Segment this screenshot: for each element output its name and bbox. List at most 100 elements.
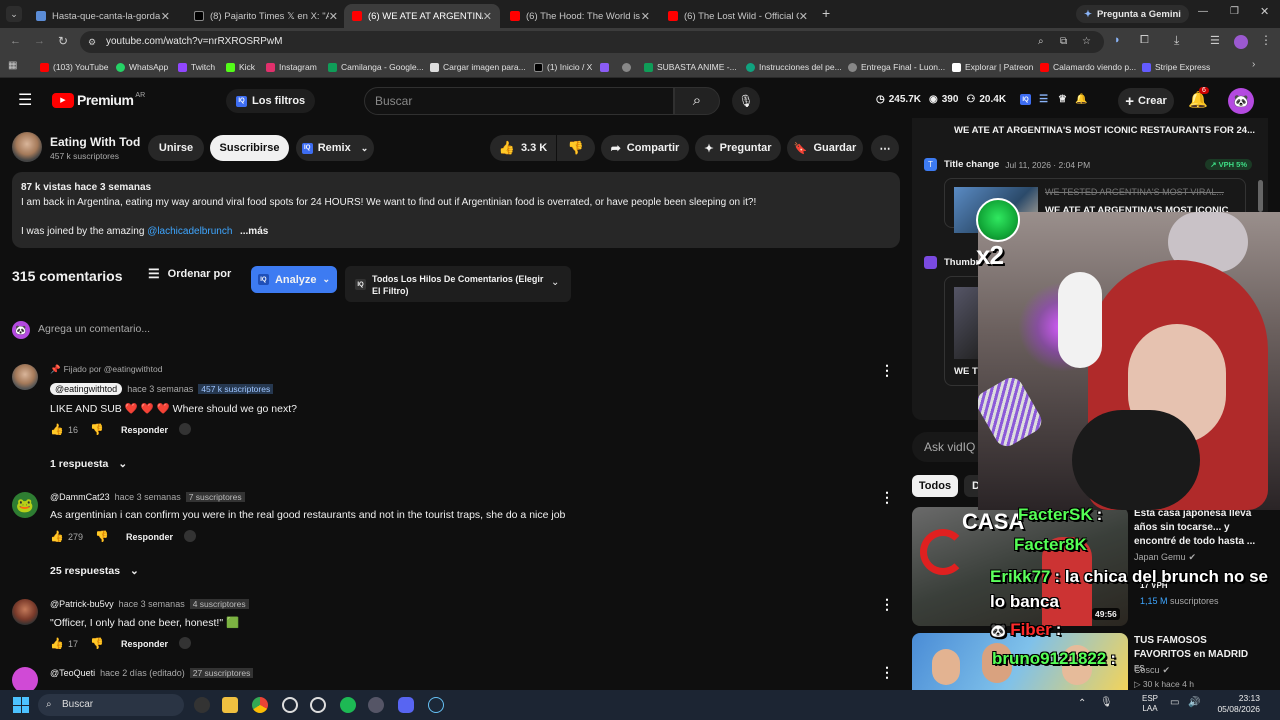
search-button[interactable]: ⌕	[674, 87, 720, 115]
taskbar-search[interactable]: ⌕ Buscar	[38, 694, 184, 716]
restore-button[interactable]: ❐	[1230, 6, 1239, 17]
bookmark-item[interactable]: Stripe Express	[1142, 59, 1210, 75]
vidiq-reply-icon[interactable]	[184, 530, 196, 542]
recommended-title[interactable]: Esta casa japonesa lleva años sin tocars…	[1134, 507, 1258, 549]
clock[interactable]: 23:13 05/08/2026	[1210, 693, 1260, 715]
sort-button[interactable]: ☰ Ordenar por	[148, 266, 231, 282]
notifications-button[interactable]: 🔔 6	[1188, 87, 1209, 110]
bookmark-item[interactable]: (1) Inicio / X	[534, 59, 592, 75]
comment-author[interactable]: @TeoQueti	[50, 668, 95, 678]
trophy-icon[interactable]: ♕	[1058, 94, 1067, 105]
thumbs-up-icon[interactable]: 👍	[50, 530, 64, 543]
bookmark-item[interactable]: Cargar imagen para...	[430, 59, 526, 75]
comment-author-owner[interactable]: @eatingwithtod	[50, 383, 123, 395]
vidiq-filters-button[interactable]: IQ Los filtros	[226, 89, 316, 113]
channel-name[interactable]: Eating With Tod	[50, 135, 140, 149]
youtube-logo[interactable]: ▶ Premium AR	[52, 92, 145, 108]
search-input[interactable]: Buscar	[364, 87, 674, 115]
replies-toggle[interactable]: 1 respuesta ⌄	[50, 458, 127, 470]
join-button[interactable]: Unirse	[148, 135, 204, 161]
language-indicator[interactable]: ESP LAA	[1142, 694, 1158, 714]
volume-icon[interactable]: 🔊	[1188, 697, 1200, 708]
close-window-button[interactable]: ✕	[1260, 5, 1269, 18]
bookmark-item[interactable]: Twitch	[178, 59, 215, 75]
list-icon[interactable]: ☰	[1039, 94, 1048, 105]
browser-tab[interactable]: Hasta-que-canta-la-gorda.jpg✕	[28, 4, 178, 28]
close-icon[interactable]: ✕	[161, 10, 170, 23]
address-bar[interactable]: ⚙ youtube.com/watch?v=nrRXROSRPwM ⌕ ⧉ ☆	[80, 31, 1104, 53]
comment-menu-icon[interactable]: ⋮	[880, 489, 894, 506]
extensions-puzzle-icon[interactable]: ⧠	[1140, 34, 1149, 47]
comment-author[interactable]: @DammCat23	[50, 492, 110, 502]
bookmark-item[interactable]: WhatsApp	[116, 59, 168, 75]
comment-avatar[interactable]	[12, 599, 38, 625]
copilot-icon[interactable]	[194, 697, 210, 713]
bookmark-item[interactable]: (103) YouTube	[40, 59, 108, 75]
recommended-channel[interactable]: Japan Gemu ✔	[1134, 552, 1196, 563]
browser-tab[interactable]: (6) The Lost Wild - Official Gam✕	[660, 4, 816, 28]
network-icon[interactable]: ▭	[1170, 697, 1179, 708]
bookmark-star-icon[interactable]: ☆	[1082, 31, 1091, 53]
bookmark-item[interactable]: Calamardo viendo p...	[1040, 59, 1136, 75]
settings-icon[interactable]	[282, 697, 298, 713]
extension-icon[interactable]: ◗	[1114, 34, 1121, 46]
bookmark-item[interactable]: SUBASTA ANIME -...	[644, 59, 737, 75]
comment-time[interactable]: hace 2 días (editado)	[100, 668, 185, 678]
remix-button[interactable]: IQ Remix ⌄	[296, 135, 374, 161]
share-button[interactable]: ➦ Compartir	[601, 135, 689, 161]
reply-button[interactable]: Responder	[126, 532, 173, 542]
account-avatar[interactable]: 🐼	[1228, 88, 1254, 114]
subscribe-button[interactable]: Suscribirse	[210, 135, 289, 161]
chrome-icon[interactable]	[252, 697, 268, 713]
thumbs-up-icon[interactable]: 👍	[50, 423, 64, 436]
comment-author[interactable]: @Patrick-bu5vy	[50, 599, 114, 609]
more-actions-button[interactable]: ⋯	[871, 135, 899, 161]
hamburger-menu-icon[interactable]: ☰	[18, 90, 32, 110]
spotify-icon[interactable]	[340, 697, 356, 713]
more-bookmarks-icon[interactable]: ›	[1252, 59, 1255, 70]
alert-icon[interactable]: 🔔	[1075, 94, 1087, 105]
reload-icon[interactable]: ↻	[58, 34, 68, 48]
bookmark-item[interactable]: Kick	[226, 59, 255, 75]
comment-avatar[interactable]: 🐸	[12, 492, 38, 518]
close-icon[interactable]: ✕	[329, 10, 338, 23]
tab-search-button[interactable]: ⌄	[6, 6, 22, 22]
comment-menu-icon[interactable]: ⋮	[880, 664, 894, 681]
like-button[interactable]: 👍 3.3 K	[490, 135, 556, 161]
browser-tab[interactable]: (8) Pajarito Times 𝕏 en X: "Algu✕	[186, 4, 346, 28]
close-icon[interactable]: ✕	[483, 10, 492, 23]
file-explorer-icon[interactable]	[222, 697, 238, 713]
bookmark-item[interactable]	[600, 59, 613, 75]
dislike-button[interactable]: 👎	[557, 135, 595, 161]
comment-time[interactable]: hace 3 semanas	[115, 492, 181, 502]
vidiq-icon[interactable]: IQ	[1020, 94, 1032, 105]
analyze-button[interactable]: IQ Analyze ⌄	[251, 266, 337, 293]
bookmark-item[interactable]	[622, 59, 635, 75]
comment-avatar[interactable]	[12, 364, 38, 390]
cast-icon[interactable]: ⧉	[1060, 31, 1067, 53]
show-more-link[interactable]: ...más	[240, 226, 268, 237]
start-button[interactable]	[13, 697, 29, 713]
comment-time[interactable]: hace 3 semanas	[119, 599, 185, 609]
comment-time[interactable]: hace 3 semanas	[127, 384, 193, 394]
obs-icon[interactable]	[310, 697, 326, 713]
back-icon[interactable]: ←	[10, 35, 21, 47]
profile-avatar[interactable]	[1234, 35, 1248, 49]
comment-menu-icon[interactable]: ⋮	[880, 596, 894, 613]
site-info-icon[interactable]: ⚙	[88, 31, 96, 53]
save-button[interactable]: 🔖 Guardar	[787, 135, 863, 161]
vidiq-reply-icon[interactable]	[179, 423, 191, 435]
app-icon[interactable]	[368, 697, 384, 713]
channel-avatar[interactable]	[12, 132, 42, 162]
vidiq-reply-icon[interactable]	[179, 637, 191, 649]
reply-button[interactable]: Responder	[121, 425, 168, 435]
bookmark-item[interactable]: Instrucciones del pe...	[746, 59, 842, 75]
discord-icon[interactable]	[398, 697, 414, 713]
gemini-button[interactable]: ✦ Pregunta a Gemini	[1076, 5, 1189, 23]
new-tab-button[interactable]: +	[822, 5, 830, 21]
thumbs-down-icon[interactable]: 👎	[90, 637, 104, 650]
recommended-channel[interactable]: Coscu ✔	[1134, 665, 1170, 676]
reply-button[interactable]: Responder	[121, 639, 168, 649]
forward-icon[interactable]: →	[34, 35, 45, 47]
menu-icon[interactable]: ⋮	[1260, 33, 1272, 47]
